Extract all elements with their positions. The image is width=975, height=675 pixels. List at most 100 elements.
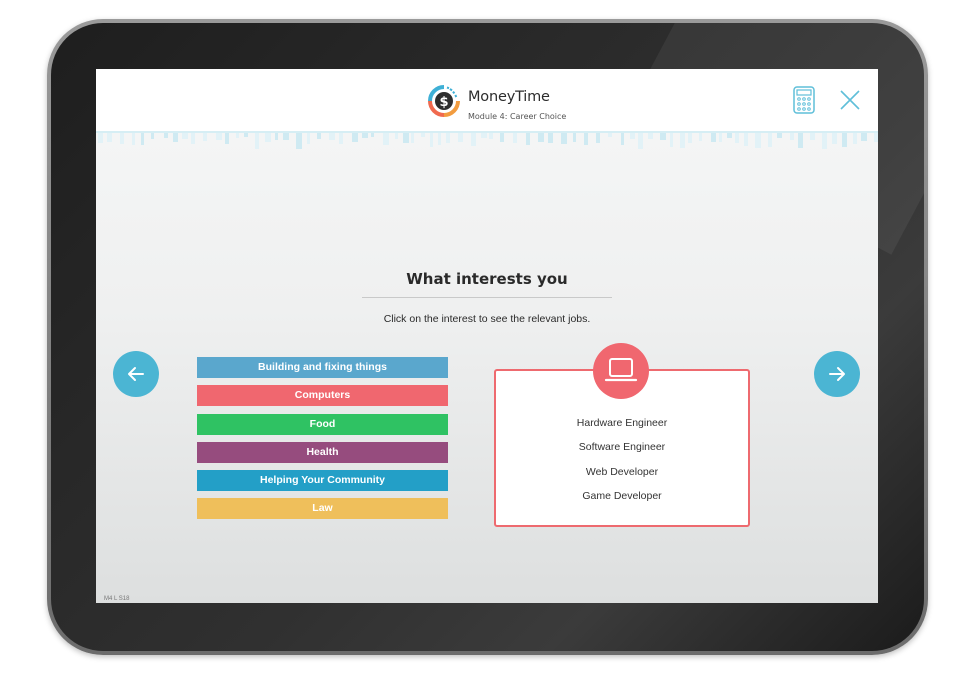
pattern-bar — [573, 133, 576, 142]
pattern-bar — [777, 133, 782, 138]
pattern-bar — [621, 133, 624, 145]
pattern-bar — [383, 133, 389, 145]
pattern-bar — [173, 133, 178, 142]
pattern-bar — [489, 133, 493, 139]
close-icon[interactable] — [840, 90, 860, 110]
pattern-bar — [164, 133, 168, 138]
pattern-bar — [596, 133, 600, 143]
job-item: Web Developer — [585, 466, 659, 478]
pattern-bar — [458, 133, 463, 142]
app-screen: $ MoneyTime Module 4: Career Choice What… — [96, 69, 878, 603]
slide-id: M4 L S18 — [104, 596, 130, 602]
pattern-bar — [225, 133, 229, 144]
pattern-bar — [395, 133, 398, 139]
pattern-bar — [362, 133, 368, 138]
pattern-bar — [471, 133, 476, 146]
app-header: $ MoneyTime Module 4: Career Choice — [96, 69, 878, 133]
pattern-bar — [438, 133, 441, 145]
pattern-bar — [296, 133, 302, 149]
job-item: Software Engineer — [578, 441, 666, 453]
pattern-bar — [265, 133, 271, 142]
pattern-bar — [339, 133, 343, 144]
app-title: MoneyTime — [468, 89, 550, 105]
pattern-bar — [798, 133, 803, 148]
pattern-bar — [711, 133, 716, 142]
pattern-bar — [317, 133, 321, 139]
pattern-bar — [790, 133, 794, 140]
calculator-icon[interactable] — [793, 86, 815, 114]
pattern-bar — [275, 133, 278, 140]
pattern-bar — [874, 133, 878, 142]
pattern-bar — [538, 133, 544, 142]
pattern-bar — [735, 133, 739, 143]
pattern-bar — [371, 133, 374, 137]
svg-text:$: $ — [439, 95, 448, 110]
pattern-bar — [768, 133, 772, 147]
pattern-bar — [861, 133, 867, 141]
interest-building-and-fixing[interactable]: Building and fixing things — [197, 357, 448, 378]
pattern-bar — [853, 133, 857, 144]
pattern-bar — [141, 133, 144, 145]
module-subtitle: Module 4: Career Choice — [468, 112, 567, 121]
pattern-bar — [446, 133, 450, 143]
pattern-bar — [513, 133, 517, 143]
laptop-icon — [604, 358, 638, 382]
previous-button[interactable] — [113, 351, 159, 397]
decorative-bar-pattern — [98, 133, 878, 149]
pattern-bar — [500, 133, 504, 142]
pattern-bar — [660, 133, 666, 140]
pattern-bar — [842, 133, 847, 147]
pattern-bar — [584, 133, 588, 145]
pattern-bar — [216, 133, 222, 140]
interest-health[interactable]: Health — [197, 442, 448, 463]
instruction-text: Click on the interest to see the relevan… — [383, 313, 591, 325]
pattern-bar — [822, 133, 827, 149]
job-item: Hardware Engineer — [576, 417, 668, 429]
pattern-bar — [638, 133, 643, 149]
pattern-bar — [151, 133, 154, 139]
pattern-bar — [680, 133, 685, 148]
interest-law[interactable]: Law — [197, 498, 448, 519]
pattern-bar — [120, 133, 124, 144]
pattern-bar — [283, 133, 289, 140]
pattern-bar — [727, 133, 732, 138]
pattern-bar — [744, 133, 748, 146]
interest-computers[interactable]: Computers — [197, 385, 448, 406]
dollar-coin-icon: $ — [428, 85, 460, 117]
pattern-bar — [182, 133, 188, 139]
pattern-bar — [203, 133, 207, 141]
pattern-bar — [719, 133, 722, 142]
pattern-bar — [670, 133, 673, 147]
pattern-bar — [421, 133, 425, 137]
pattern-bar — [403, 133, 409, 143]
pattern-bar — [526, 133, 530, 145]
pattern-bar — [352, 133, 358, 142]
pattern-bar — [561, 133, 567, 144]
pattern-bar — [411, 133, 414, 143]
pattern-bar — [630, 133, 635, 139]
jobs-category-badge — [593, 343, 649, 399]
pattern-bar — [329, 133, 335, 140]
interest-helping-community[interactable]: Helping Your Community — [197, 470, 448, 491]
pattern-bar — [481, 133, 487, 138]
arrow-right-icon — [829, 367, 845, 381]
next-button[interactable] — [814, 351, 860, 397]
arrow-left-icon — [128, 367, 144, 381]
pattern-bar — [132, 133, 135, 145]
pattern-bar — [810, 133, 815, 140]
pattern-bar — [430, 133, 433, 147]
interest-food[interactable]: Food — [197, 414, 448, 435]
job-item: Game Developer — [582, 490, 662, 502]
pattern-bar — [548, 133, 553, 143]
pattern-bar — [255, 133, 259, 149]
pattern-bar — [244, 133, 248, 137]
pattern-bar — [648, 133, 653, 139]
pattern-bar — [688, 133, 692, 143]
question-heading: What interests you — [406, 270, 568, 288]
pattern-bar — [191, 133, 195, 144]
pattern-bar — [307, 133, 310, 144]
pattern-bar — [608, 133, 612, 137]
pattern-bar — [755, 133, 761, 148]
pattern-bar — [236, 133, 239, 138]
pattern-bar — [107, 133, 112, 142]
